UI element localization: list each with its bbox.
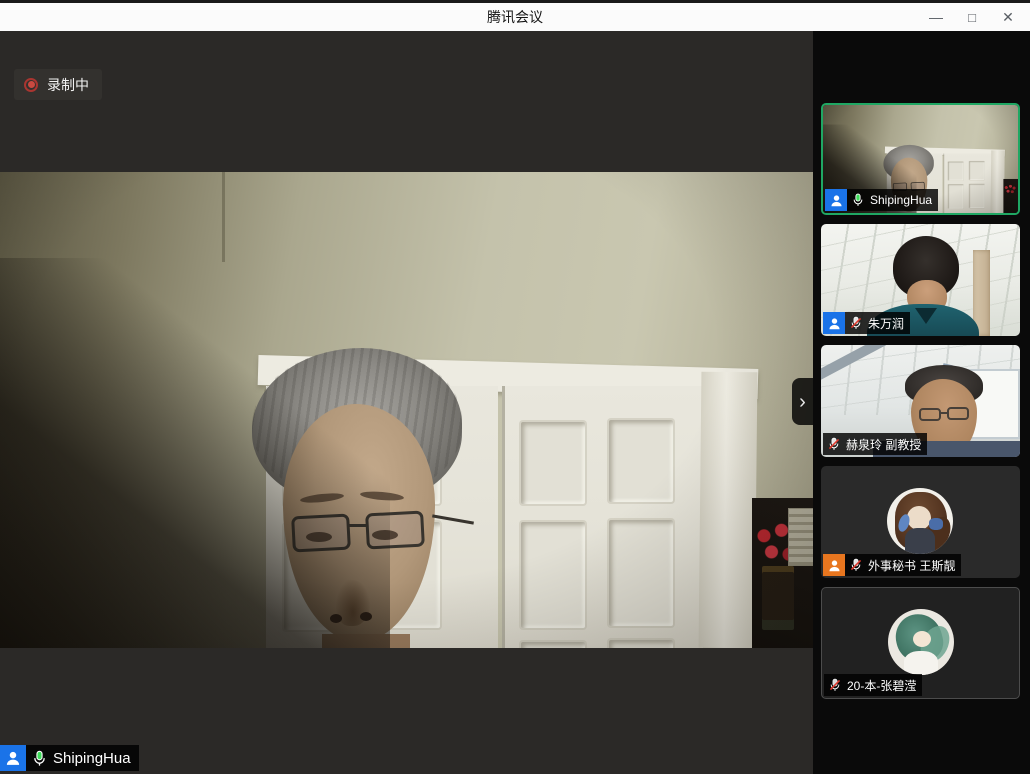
maximize-button[interactable]: □ xyxy=(954,3,990,31)
title-bar: 腾讯会议 — □ ✕ xyxy=(0,0,1030,31)
mic-muted-icon xyxy=(828,678,842,692)
glasses-bridge xyxy=(940,412,948,414)
participant-name-label: 赫泉玲 副教授 xyxy=(823,433,927,455)
participant-name-label: 20-本-张碧滢 xyxy=(824,674,922,696)
recording-label: 录制中 xyxy=(47,75,89,95)
participant-tile-zhangbiying[interactable]: 20-本-张碧滢 xyxy=(821,587,1020,699)
participant-name-label: 外事秘书 王斯靓 xyxy=(823,554,961,576)
self-name: ShipingHua xyxy=(53,750,131,767)
avatar-blue-accent xyxy=(929,518,943,530)
person-icon xyxy=(0,745,26,771)
mic-icon xyxy=(31,750,48,767)
participant-tile-hequanling[interactable]: 赫泉玲 副教授 xyxy=(821,345,1020,457)
participant-name: 外事秘书 王斯靓 xyxy=(868,557,955,574)
participant-tile-zhuwanrun[interactable]: 朱万润 xyxy=(821,224,1020,336)
avatar-face xyxy=(907,506,931,530)
mic-icon xyxy=(851,193,865,207)
speaker-video-scene xyxy=(0,172,813,648)
record-dot-icon xyxy=(24,78,38,92)
participant-name-label: ShipingHua xyxy=(825,189,938,211)
participant-name: 20-本-张碧滢 xyxy=(847,677,916,694)
person-icon xyxy=(823,312,845,334)
window-controls: — □ ✕ xyxy=(918,3,1026,31)
avatar-body xyxy=(904,651,938,675)
participant-name: ShipingHua xyxy=(870,193,932,207)
vignette-overlay xyxy=(0,172,813,648)
glasses-lens xyxy=(919,408,941,421)
participant-name: 赫泉玲 副教授 xyxy=(846,436,921,453)
mic-muted-icon xyxy=(827,437,841,451)
window-title: 腾讯会议 xyxy=(0,3,1030,31)
mic-muted-icon xyxy=(849,316,863,330)
self-name-label: ShipingHua xyxy=(0,745,139,771)
glasses-lens xyxy=(947,407,969,420)
minimize-button[interactable]: — xyxy=(918,3,954,31)
avatar-face xyxy=(913,631,931,647)
person-icon xyxy=(825,189,847,211)
close-button[interactable]: ✕ xyxy=(990,3,1026,31)
main-video xyxy=(0,172,813,648)
participant-tile-wangsiliang[interactable]: 外事秘书 王斯靓 xyxy=(821,466,1020,578)
participant-name-label: 朱万润 xyxy=(823,312,910,334)
participant-tile-shipinghua[interactable]: ShipingHua xyxy=(821,103,1020,215)
participants-sidebar: ShipingHua xyxy=(813,31,1030,774)
person-icon xyxy=(823,554,845,576)
avatar-body xyxy=(905,528,935,554)
chevron-right-icon: › xyxy=(799,392,806,412)
avatar xyxy=(887,488,953,554)
avatar xyxy=(888,609,954,675)
participant-glasses xyxy=(919,407,971,421)
recording-indicator[interactable]: 录制中 xyxy=(14,69,102,100)
tencent-meeting-window: 腾讯会议 — □ ✕ xyxy=(0,0,1030,774)
collapse-sidebar-button[interactable]: › xyxy=(792,378,813,425)
participant-name: 朱万润 xyxy=(868,315,904,332)
mic-muted-icon xyxy=(849,558,863,572)
main-video-stage[interactable]: 录制中 ShipingHua › xyxy=(0,31,813,774)
